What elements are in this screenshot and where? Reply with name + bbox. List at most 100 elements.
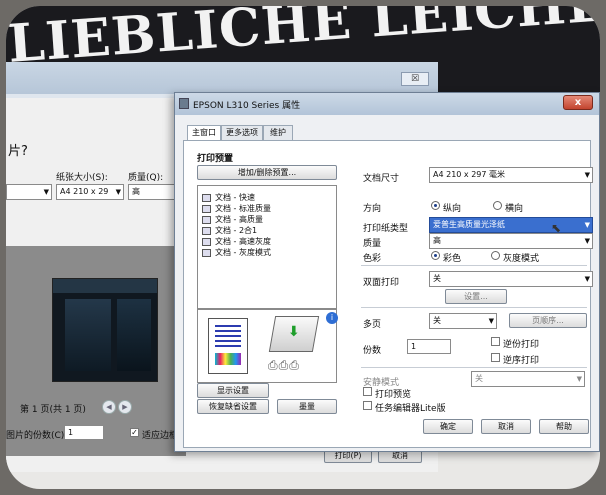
paper-size-label: 纸张大小(S): <box>56 173 108 183</box>
properties-titlebar: EPSON L310 Series 属性 x <box>175 93 599 115</box>
print-preview-label: 打印预览 <box>375 390 412 400</box>
chevron-down-icon: ▼ <box>488 317 494 325</box>
portrait-radio[interactable] <box>431 201 440 210</box>
color-radio[interactable] <box>431 251 440 260</box>
quality-select[interactable]: 高 ▼ <box>429 233 593 249</box>
quality-label: 质量 <box>363 239 382 249</box>
landscape-radio[interactable] <box>493 201 502 210</box>
color-bar-icon <box>215 353 241 365</box>
document-icon <box>202 237 211 246</box>
restore-defaults-button[interactable]: 恢复缺省设置 <box>197 399 269 414</box>
job-arranger-label: 任务编辑器Lite版 <box>375 404 446 414</box>
grayscale-radio[interactable] <box>491 251 500 260</box>
copies-value: 1 <box>411 342 417 351</box>
tab-maintenance[interactable]: 维护 <box>263 125 293 140</box>
grayscale-label: 灰度模式 <box>503 254 540 264</box>
doc-size-value: A4 210 x 297 毫米 <box>433 170 506 179</box>
job-arranger-checkbox[interactable] <box>363 401 372 410</box>
reverse-copies-label: 逆份打印 <box>503 340 540 350</box>
quiet-mode-select[interactable]: 关 ▼ <box>471 371 585 387</box>
list-item[interactable]: 文档 - 高质量 <box>202 214 263 225</box>
document-icon <box>202 204 211 213</box>
print-preview-graphic: ⬇ i ⎙⎙⎙ <box>197 309 338 383</box>
back-dialog-heading: 片? <box>8 144 28 159</box>
picture-thumbnail <box>52 278 158 382</box>
back-quality-value: 高 <box>132 187 140 196</box>
list-item[interactable]: 文档 - 高速灰度 <box>202 236 271 247</box>
back-quality-select[interactable]: 高 <box>128 184 178 200</box>
info-icon[interactable]: i <box>326 312 338 324</box>
prev-page-icon[interactable]: ◀ <box>102 400 116 414</box>
multipage-value: 关 <box>433 316 441 325</box>
copies-label: 份数 <box>363 346 382 356</box>
divider <box>361 265 587 266</box>
thumbnail-header <box>53 279 157 293</box>
portrait-label: 纵向 <box>443 204 462 214</box>
landscape-label: 横向 <box>505 204 524 214</box>
paper-type-value: 爱普生高质量光泽纸 <box>433 220 505 229</box>
duplex-value: 关 <box>433 274 441 283</box>
ok-button[interactable]: 确定 <box>423 419 473 434</box>
orientation-label: 方向 <box>363 204 382 214</box>
photo-frame: LIEBLICHE LEICHE ☒ 片? 纸张大小(S): 质量(Q): ▼ … <box>6 6 600 489</box>
tab-more-options[interactable]: 更多选项 <box>221 125 263 140</box>
arrow-down-icon: ⬇ <box>288 324 300 340</box>
color-label: 色彩 <box>363 254 382 264</box>
cancel-button[interactable]: 取消 <box>481 419 531 434</box>
duplex-select[interactable]: 关 ▼ <box>429 271 593 287</box>
page-order-button[interactable]: 页顺序... <box>509 313 587 328</box>
document-icon <box>202 215 211 224</box>
duplex-label: 双面打印 <box>363 278 400 288</box>
document-icon <box>202 193 211 202</box>
fit-frame-checkbox[interactable]: ✓ <box>130 428 139 437</box>
back-dialog-titlebar: ☒ <box>6 62 438 94</box>
chevron-down-icon: ▼ <box>43 188 49 196</box>
duplex-settings-button[interactable]: 设置... <box>445 289 507 304</box>
list-item[interactable]: 文档 - 快速 <box>202 192 255 203</box>
close-icon[interactable]: x <box>563 95 593 110</box>
color-option-label: 彩色 <box>443 254 462 264</box>
page-info: 第 1 页(共 1 页) <box>20 405 86 415</box>
add-remove-preset-button[interactable]: 增加/删除预置... <box>197 165 337 180</box>
paper-size-value: A4 210 x 29 <box>60 187 109 196</box>
preset-list[interactable]: 文档 - 快速 文档 - 标准质量 文档 - 高质量 文档 - 2合1 文档 -… <box>197 185 337 309</box>
properties-title: EPSON L310 Series 属性 <box>193 101 301 111</box>
fit-frame-label: 适应边框 <box>142 431 179 441</box>
page-preview-icon <box>208 318 248 374</box>
back-dialog-close-button[interactable]: ☒ <box>401 72 429 86</box>
doc-size-select[interactable]: A4 210 x 297 毫米 ▼ <box>429 167 593 183</box>
quiet-mode-value: 关 <box>475 374 483 383</box>
chevron-down-icon: ▼ <box>115 188 121 196</box>
copies-input[interactable]: 1 <box>64 425 104 440</box>
thumbnail-art-left <box>65 299 111 371</box>
printer-app-icon <box>179 98 189 109</box>
ink-levels-button[interactable]: 墨量 <box>277 399 337 414</box>
printer-select[interactable]: ▼ <box>6 184 52 200</box>
printer-stack-icon: ⎙⎙⎙ <box>268 358 300 372</box>
chevron-down-icon: ▼ <box>584 237 590 245</box>
copies-stepper[interactable]: 1 <box>407 339 451 354</box>
show-settings-button[interactable]: 显示设置 <box>197 383 269 398</box>
reverse-copies-checkbox[interactable] <box>491 337 500 346</box>
list-item[interactable]: 文档 - 2合1 <box>202 225 257 236</box>
list-item[interactable]: 文档 - 灰度模式 <box>202 247 271 258</box>
paper-type-label: 打印纸类型 <box>363 224 409 234</box>
reverse-order-checkbox[interactable] <box>491 353 500 362</box>
multipage-select[interactable]: 关 ▼ <box>429 313 497 329</box>
divider <box>361 367 587 368</box>
next-page-icon[interactable]: ▶ <box>118 400 132 414</box>
list-item[interactable]: 文档 - 标准质量 <box>202 203 271 214</box>
back-quality-label: 质量(Q): <box>128 173 164 183</box>
copies-label: 图片的份数(C): <box>6 431 68 441</box>
chevron-down-icon: ▼ <box>584 221 590 229</box>
paper-size-select[interactable]: A4 210 x 29 ▼ <box>56 184 124 200</box>
chevron-down-icon: ▼ <box>576 375 582 383</box>
help-button[interactable]: 帮助 <box>539 419 589 434</box>
tab-main[interactable]: 主窗口 <box>187 125 221 141</box>
preset-section-title: 打印预置 <box>197 154 234 164</box>
document-icon <box>202 248 211 257</box>
chevron-down-icon: ▼ <box>584 171 590 179</box>
print-preview-checkbox[interactable] <box>363 387 372 396</box>
reverse-order-label: 逆序打印 <box>503 356 540 366</box>
paper-type-select[interactable]: 爱普生高质量光泽纸 ▼ <box>429 217 593 233</box>
